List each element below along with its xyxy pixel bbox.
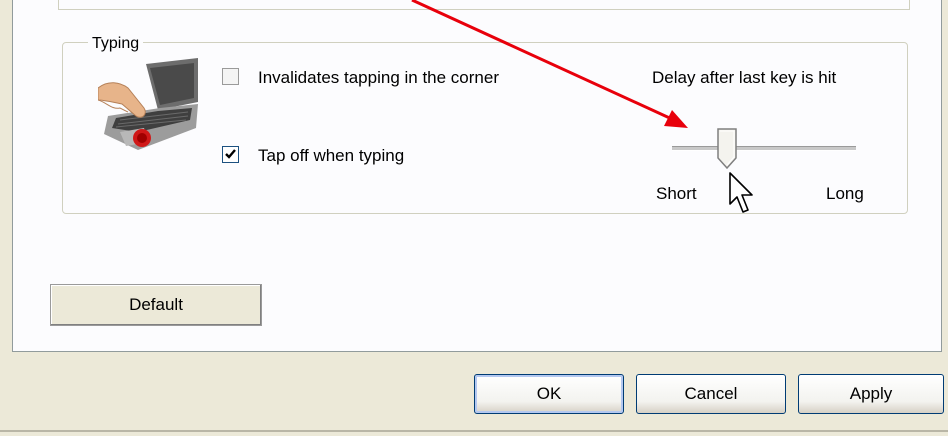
mouse-pointer-icon — [729, 172, 753, 213]
delay-min-label: Short — [656, 184, 697, 203]
touchpad-typing-illustration — [98, 58, 198, 150]
delay-max-label: Long — [826, 184, 864, 203]
upper-group-box-edge — [58, 0, 910, 10]
delay-slider-track[interactable] — [672, 146, 856, 151]
typing-group-title: Typing — [88, 36, 144, 52]
dialog-bottom-divider — [0, 430, 948, 432]
tap-off-when-typing-label[interactable]: Tap off when typing — [258, 146, 404, 166]
invalidate-corner-checkbox[interactable] — [222, 68, 239, 85]
checkmark-icon — [225, 149, 236, 159]
ok-button[interactable]: OK — [474, 374, 624, 414]
delay-slider-thumb[interactable] — [716, 128, 738, 170]
apply-button[interactable]: Apply — [798, 374, 944, 414]
invalidate-corner-label[interactable]: Invalidates tapping in the corner — [258, 68, 499, 88]
cancel-button[interactable]: Cancel — [636, 374, 786, 414]
default-button[interactable]: Default — [50, 284, 262, 326]
delay-slider-title: Delay after last key is hit — [652, 68, 837, 87]
finger-shape — [98, 82, 146, 118]
tap-off-when-typing-checkbox[interactable] — [222, 146, 239, 163]
